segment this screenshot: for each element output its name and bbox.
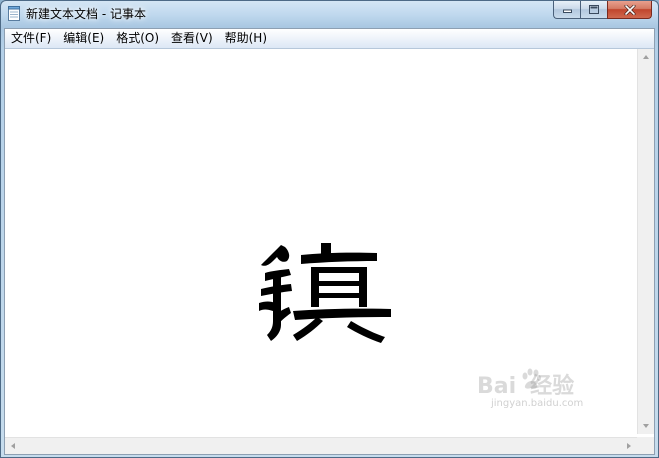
notepad-icon [8, 6, 20, 21]
horizontal-scrollbar[interactable] [5, 437, 637, 454]
maximize-icon [589, 5, 599, 14]
menu-format[interactable]: 格式(O) [110, 29, 165, 48]
close-icon [624, 4, 635, 15]
scroll-left-arrow-icon[interactable] [11, 443, 15, 449]
minimize-button[interactable] [553, 1, 580, 19]
text-editor[interactable]: 镇 [5, 49, 637, 434]
menu-file[interactable]: 文件(F) [5, 29, 57, 48]
paw-icon [522, 368, 541, 389]
watermark-url: jingyan.baidu.com [491, 398, 584, 409]
close-button[interactable] [607, 1, 652, 19]
menu-help[interactable]: 帮助(H) [219, 29, 273, 48]
caption-buttons [553, 1, 652, 20]
maximize-button[interactable] [580, 1, 607, 19]
title-bar[interactable]: 新建文本文档 - 记事本 [1, 1, 658, 25]
notepad-window: 新建文本文档 - 记事本 文件(F) 编辑(E) 格式(O) 查看(V) 帮助(… [0, 0, 659, 458]
menu-edit[interactable]: 编辑(E) [57, 29, 110, 48]
window-title: 新建文本文档 - 记事本 [26, 7, 146, 21]
scroll-down-arrow-icon[interactable] [643, 424, 649, 428]
scroll-right-arrow-icon[interactable] [627, 443, 631, 449]
scroll-up-arrow-icon[interactable] [643, 55, 649, 59]
vertical-scrollbar[interactable] [637, 49, 654, 434]
document-text-glyph: 镇 [259, 243, 391, 343]
menu-bar: 文件(F) 编辑(E) 格式(O) 查看(V) 帮助(H) [5, 29, 654, 49]
client-area: 文件(F) 编辑(E) 格式(O) 查看(V) 帮助(H) 镇 [4, 28, 655, 455]
menu-view[interactable]: 查看(V) [165, 29, 219, 48]
watermark: Bai 经验 jingyan.baidu.com [477, 366, 607, 416]
minimize-icon [562, 9, 572, 13]
size-grip[interactable] [637, 437, 654, 454]
